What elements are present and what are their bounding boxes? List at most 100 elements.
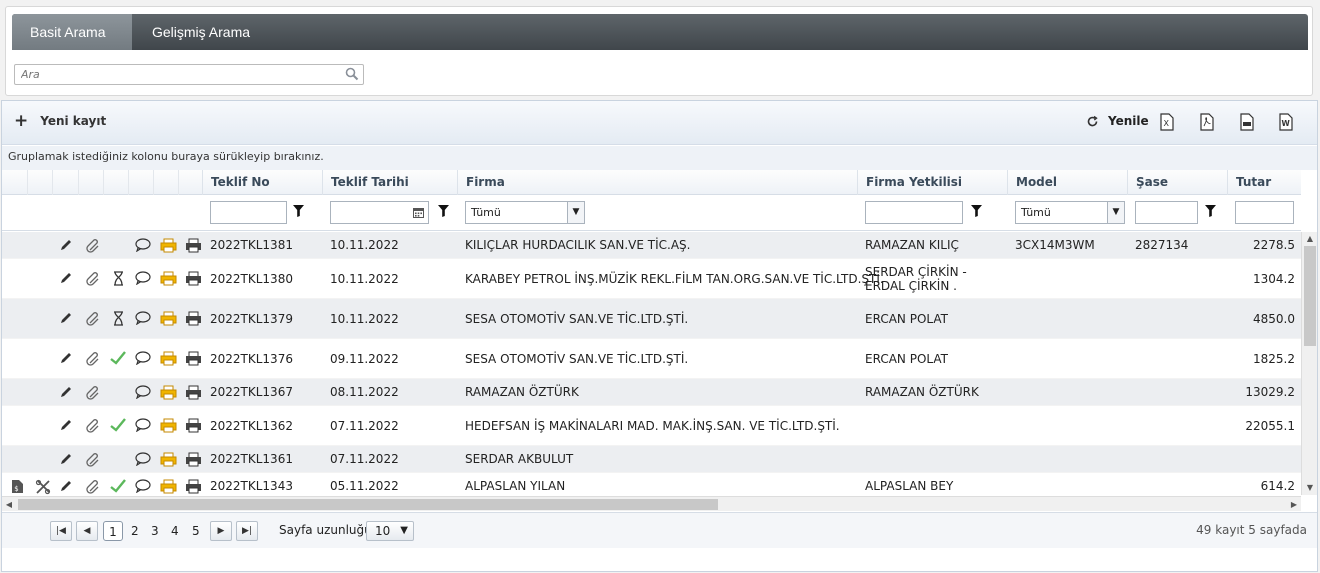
table-row[interactable]: 2022TKL1367 08.11.2022 RAMAZAN ÖZTÜRK RAMAZ… <box>2 379 1301 406</box>
print-color-icon[interactable] <box>160 452 177 470</box>
table-row[interactable]: $2022TKL1343 05.11.2022 ALPASLAN YILAN ALPA… <box>2 473 1301 495</box>
firma-yetkilisi-filter-icon[interactable] <box>971 205 982 220</box>
table-row[interactable]: 2022TKL1380 10.11.2022 KARABEY PETROL İNŞ.… <box>2 259 1301 299</box>
page-5[interactable]: 5 <box>192 521 200 541</box>
attachment-paperclip-icon[interactable] <box>85 311 101 330</box>
comment-icon[interactable] <box>135 418 151 435</box>
comment-icon[interactable] <box>135 311 151 328</box>
print-icon[interactable] <box>185 418 202 436</box>
page-size-select[interactable]: 10 ▼ <box>366 521 414 541</box>
print-color-icon[interactable] <box>160 418 177 436</box>
attachment-paperclip-icon[interactable] <box>85 271 101 290</box>
page-2[interactable]: 2 <box>131 521 139 541</box>
edit-pencil-icon[interactable] <box>59 271 73 288</box>
comment-icon[interactable] <box>135 351 151 368</box>
teklif-tarihi-filter-icon[interactable] <box>438 205 449 220</box>
print-icon[interactable] <box>185 271 202 289</box>
print-icon[interactable] <box>185 351 202 369</box>
edit-pencil-icon[interactable] <box>59 238 73 255</box>
edit-pencil-icon[interactable] <box>59 452 73 469</box>
excel-icon[interactable]: X <box>1160 113 1174 134</box>
attachment-paperclip-icon[interactable] <box>85 418 101 437</box>
teklif-tarihi-filter-input[interactable] <box>330 201 429 224</box>
vertical-scroll-thumb[interactable] <box>1304 246 1316 346</box>
col-header-teklif-tarihi[interactable]: Teklif Tarihi <box>322 170 457 195</box>
word-icon[interactable]: W <box>1279 113 1293 134</box>
col-header-tutar[interactable]: Tutar <box>1227 170 1301 195</box>
group-drop-area[interactable]: Gruplamak istediğiniz kolonu buraya sürü… <box>2 146 1317 170</box>
attachment-paperclip-icon[interactable] <box>85 385 101 404</box>
horizontal-scroll-thumb[interactable] <box>18 499 718 510</box>
service-tools-icon[interactable] <box>35 479 51 496</box>
teklif-no-filter-icon[interactable] <box>293 205 304 220</box>
table-row[interactable]: 2022TKL1362 07.11.2022 HEDEFSAN İŞ MAKİNAL… <box>2 406 1301 446</box>
page-3[interactable]: 3 <box>151 521 159 541</box>
next-page-button[interactable]: ▶ <box>210 521 232 541</box>
model-filter-select[interactable]: Tümü ▼ <box>1015 201 1125 224</box>
table-row[interactable]: 2022TKL1376 09.11.2022 SESA OTOMOTİV SAN.V… <box>2 339 1301 379</box>
new-record-button[interactable]: + Yeni kayıt <box>14 113 106 130</box>
scroll-up-icon[interactable]: ▲ <box>1302 232 1318 246</box>
firma-yetkilisi-filter-input[interactable] <box>865 201 963 224</box>
approved-check-icon[interactable] <box>110 351 126 368</box>
page-4[interactable]: 4 <box>171 521 179 541</box>
print-color-icon[interactable] <box>160 271 177 289</box>
approved-check-icon[interactable] <box>110 418 126 435</box>
print-icon[interactable] <box>185 311 202 329</box>
table-row[interactable]: 2022TKL1379 10.11.2022 SESA OTOMOTİV SAN.V… <box>2 299 1301 339</box>
comment-icon[interactable] <box>135 271 151 288</box>
tutar-filter-input[interactable] <box>1235 201 1294 224</box>
table-row[interactable]: 2022TKL1381 10.11.2022 KILIÇLAR HURDACILIK… <box>2 232 1301 259</box>
prev-page-button[interactable]: ◀ <box>76 521 98 541</box>
comment-icon[interactable] <box>135 451 151 469</box>
col-header-sase[interactable]: Şase <box>1127 170 1227 195</box>
scroll-left-icon[interactable]: ◀ <box>2 497 16 512</box>
attachment-paperclip-icon[interactable] <box>85 479 101 496</box>
print-icon[interactable] <box>185 452 202 470</box>
col-header-firma[interactable]: Firma <box>457 170 857 195</box>
tab-basic-search[interactable]: Basit Arama <box>12 14 132 50</box>
tab-advanced-search[interactable]: Gelişmiş Arama <box>132 14 270 50</box>
edit-pencil-icon[interactable] <box>59 479 73 496</box>
scroll-right-icon[interactable]: ▶ <box>1287 497 1301 512</box>
attachment-paperclip-icon[interactable] <box>85 238 101 257</box>
col-header-firma-yetkilisi[interactable]: Firma Yetkilisi <box>857 170 1007 195</box>
print-color-icon[interactable] <box>160 311 177 329</box>
calendar-icon[interactable] <box>413 207 424 218</box>
pending-hourglass-icon[interactable] <box>113 311 124 329</box>
pending-hourglass-icon[interactable] <box>113 271 124 289</box>
first-page-button[interactable]: |◀ <box>50 521 72 541</box>
print-icon[interactable] <box>185 238 202 256</box>
csv-icon[interactable] <box>1240 113 1254 134</box>
print-color-icon[interactable] <box>160 479 177 496</box>
horizontal-scrollbar[interactable]: ◀ ▶ <box>2 496 1301 511</box>
pdf-icon[interactable] <box>1200 113 1214 134</box>
teklif-no-filter-input[interactable] <box>210 201 287 224</box>
print-color-icon[interactable] <box>160 351 177 369</box>
print-icon[interactable] <box>185 385 202 403</box>
print-color-icon[interactable] <box>160 238 177 256</box>
sase-filter-icon[interactable] <box>1205 205 1216 220</box>
sase-filter-input[interactable] <box>1135 201 1198 224</box>
refresh-button[interactable]: Yenile <box>1086 114 1149 128</box>
page-1[interactable]: 1 <box>103 521 123 541</box>
edit-pencil-icon[interactable] <box>59 418 73 435</box>
edit-pencil-icon[interactable] <box>59 311 73 328</box>
search-icon[interactable] <box>345 67 359 84</box>
edit-pencil-icon[interactable] <box>59 351 73 368</box>
edit-pencil-icon[interactable] <box>59 385 73 402</box>
invoice-doc-icon[interactable]: $ <box>11 479 24 496</box>
col-header-model[interactable]: Model <box>1007 170 1127 195</box>
table-row[interactable]: 2022TKL1361 07.11.2022 SERDAR AKBULUT <box>2 446 1301 473</box>
comment-icon[interactable] <box>135 478 151 496</box>
col-header-teklif-no[interactable]: Teklif No <box>202 170 322 195</box>
last-page-button[interactable]: ▶| <box>236 521 258 541</box>
print-color-icon[interactable] <box>160 385 177 403</box>
comment-icon[interactable] <box>135 237 151 255</box>
vertical-scrollbar[interactable]: ▲ ▼ <box>1301 232 1317 495</box>
attachment-paperclip-icon[interactable] <box>85 452 101 471</box>
attachment-paperclip-icon[interactable] <box>85 351 101 370</box>
firma-filter-select[interactable]: Tümü ▼ <box>465 201 585 224</box>
scroll-down-icon[interactable]: ▼ <box>1302 481 1318 495</box>
comment-icon[interactable] <box>135 384 151 402</box>
